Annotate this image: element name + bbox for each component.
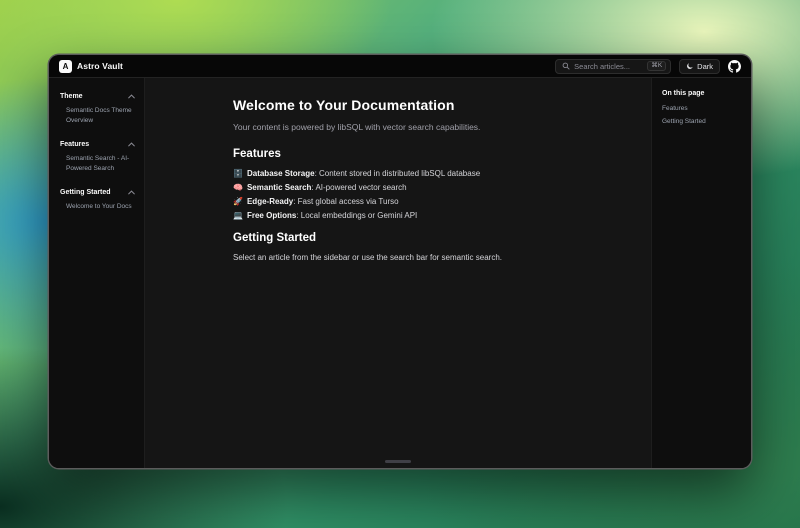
- feature-text: : Local embeddings or Gemini API: [296, 211, 417, 220]
- github-link[interactable]: [728, 60, 741, 73]
- feature-label: Semantic Search: [247, 183, 311, 192]
- app-logo: A: [59, 60, 72, 73]
- theme-toggle-label: Dark: [697, 62, 713, 71]
- feature-item-semantic-search: 🧠 Semantic Search: AI-powered vector sea…: [233, 183, 611, 192]
- main-content: Welcome to Your Documentation Your conte…: [145, 78, 651, 468]
- brain-emoji-icon: 🧠: [233, 184, 243, 192]
- feature-label: Database Storage: [247, 169, 315, 178]
- sidebar-item-semantic-search[interactable]: Semantic Search - AI-Powered Search: [58, 151, 137, 177]
- sidebar-item-semantic-docs-theme-overview[interactable]: Semantic Docs Theme Overview: [58, 103, 137, 129]
- sidebar-section-header-theme[interactable]: Theme: [58, 90, 137, 103]
- sidebar-section-header-getting-started[interactable]: Getting Started: [58, 186, 137, 199]
- laptop-emoji-icon: 💻: [233, 212, 243, 220]
- sidebar-section-features: Features Semantic Search - AI-Powered Se…: [58, 138, 137, 177]
- sidebar-section-label: Theme: [60, 93, 83, 100]
- intro-paragraph: Your content is powered by libSQL with v…: [233, 122, 611, 132]
- toc-link-getting-started[interactable]: Getting Started: [662, 118, 743, 125]
- app-title: Astro Vault: [77, 61, 123, 71]
- database-emoji-icon: 🗄️: [233, 170, 243, 178]
- horizontal-scrollbar-thumb[interactable]: [385, 460, 411, 463]
- feature-item-database-storage: 🗄️ Database Storage: Content stored in d…: [233, 169, 611, 178]
- page-title: Welcome to Your Documentation: [233, 97, 611, 113]
- rocket-emoji-icon: 🚀: [233, 198, 243, 206]
- sidebar-section-label: Getting Started: [60, 189, 111, 196]
- search-input[interactable]: [574, 62, 643, 71]
- chevron-up-icon: [128, 142, 135, 147]
- features-list: 🗄️ Database Storage: Content stored in d…: [233, 169, 611, 220]
- toc-panel: On this page Features Getting Started: [651, 78, 751, 468]
- feature-text: : Fast global access via Turso: [293, 197, 398, 206]
- sidebar-section-getting-started: Getting Started Welcome to Your Docs: [58, 186, 137, 215]
- app-window: A Astro Vault ⌘K Dark: [49, 55, 751, 468]
- sidebar-section-label: Features: [60, 141, 89, 148]
- sidebar-section-theme: Theme Semantic Docs Theme Overview: [58, 90, 137, 129]
- feature-text: : AI-powered vector search: [311, 183, 406, 192]
- sidebar-item-welcome-to-your-docs[interactable]: Welcome to Your Docs: [58, 199, 137, 215]
- toc-link-features[interactable]: Features: [662, 105, 743, 112]
- search-box[interactable]: ⌘K: [555, 59, 671, 74]
- feature-label: Free Options: [247, 211, 296, 220]
- feature-item-free-options: 💻 Free Options: Local embeddings or Gemi…: [233, 211, 611, 220]
- chevron-up-icon: [128, 94, 135, 99]
- window-body: Theme Semantic Docs Theme Overview Featu…: [49, 78, 751, 468]
- features-heading: Features: [233, 148, 611, 160]
- sidebar-section-header-features[interactable]: Features: [58, 138, 137, 151]
- chevron-up-icon: [128, 190, 135, 195]
- getting-started-paragraph: Select an article from the sidebar or us…: [233, 253, 611, 262]
- header-bar: A Astro Vault ⌘K Dark: [49, 55, 751, 78]
- github-icon: [728, 60, 741, 73]
- feature-text: : Content stored in distributed libSQL d…: [315, 169, 481, 178]
- feature-label: Edge-Ready: [247, 197, 293, 206]
- toc-heading: On this page: [662, 90, 743, 97]
- theme-toggle-button[interactable]: Dark: [679, 59, 720, 74]
- feature-item-edge-ready: 🚀 Edge-Ready: Fast global access via Tur…: [233, 197, 611, 206]
- getting-started-heading: Getting Started: [233, 232, 611, 244]
- shortcut-badge: ⌘K: [647, 61, 666, 72]
- sidebar-nav: Theme Semantic Docs Theme Overview Featu…: [49, 78, 145, 468]
- search-icon: [562, 62, 570, 70]
- moon-icon: [686, 62, 694, 70]
